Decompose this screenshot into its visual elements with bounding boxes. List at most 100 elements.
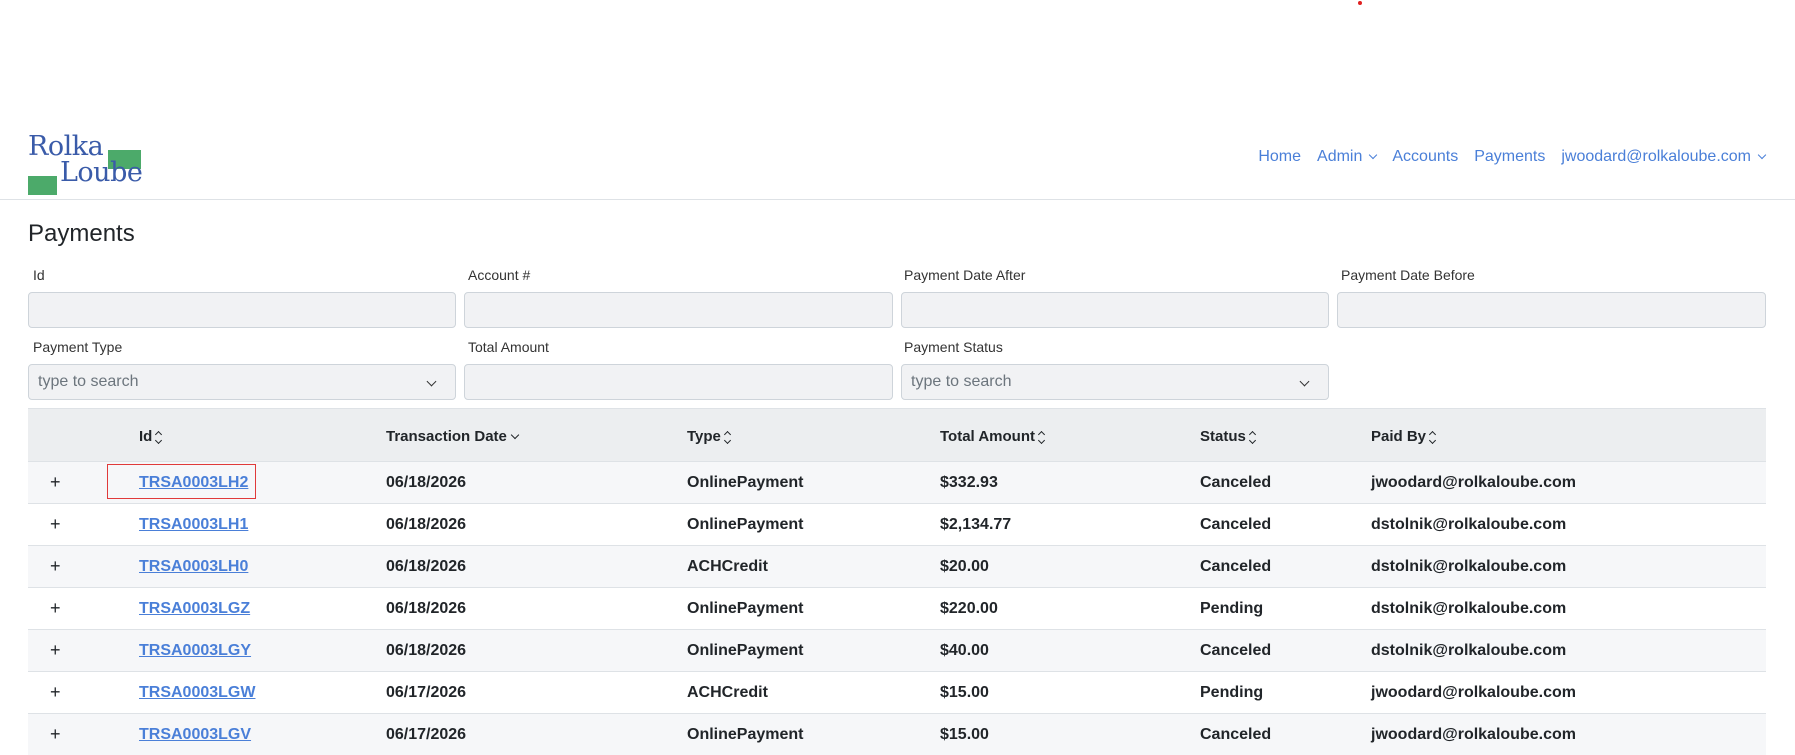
date-before-filter-label: Payment Date Before: [1341, 267, 1475, 283]
payment-id-link[interactable]: TRSA0003LGZ: [139, 600, 250, 617]
payment-id-link[interactable]: TRSA0003LH0: [139, 558, 248, 575]
payment-status-select[interactable]: type to search: [901, 364, 1329, 400]
logo-block-2: [28, 176, 57, 195]
date-before-filter-input[interactable]: [1337, 292, 1766, 328]
sort-icon: [155, 430, 164, 444]
column-header-id[interactable]: Id: [139, 428, 164, 445]
transaction-date-cell: 06/17/2026: [386, 684, 467, 701]
nav-accounts-link[interactable]: Accounts: [1392, 148, 1458, 166]
payment-id-link[interactable]: TRSA0003LH1: [139, 516, 248, 533]
user-menu-label: jwoodard@rolkaloube.com: [1561, 148, 1751, 165]
payment-type-placeholder: type to search: [38, 373, 139, 390]
payment-status-filter-label: Payment Status: [904, 339, 1003, 355]
amount-cell: $40.00: [940, 642, 989, 659]
column-header-id-label: Id: [139, 428, 153, 445]
expand-row-button[interactable]: +: [50, 682, 61, 703]
payment-id-link[interactable]: TRSA0003LGV: [139, 726, 251, 743]
user-menu-dropdown[interactable]: jwoodard@rolkaloube.com: [1561, 148, 1767, 166]
date-after-filter-label: Payment Date After: [904, 267, 1026, 283]
nav-payments-link[interactable]: Payments: [1474, 148, 1545, 166]
type-cell: OnlinePayment: [687, 516, 804, 533]
type-cell: OnlinePayment: [687, 600, 804, 617]
status-cell: Canceled: [1200, 726, 1272, 743]
expand-row-button[interactable]: +: [50, 724, 61, 745]
column-header-status-label: Status: [1200, 428, 1246, 445]
status-cell: Canceled: [1200, 474, 1272, 491]
payment-id-link[interactable]: TRSA0003LGY: [139, 642, 251, 659]
amount-cell: $20.00: [940, 558, 989, 575]
paid-by-cell: dstolnik@rolkaloube.com: [1371, 516, 1567, 533]
sort-icon: [1037, 430, 1047, 444]
table-row: + TRSA0003LGV 06/17/2026 OnlinePayment $…: [28, 714, 1766, 755]
type-cell: OnlinePayment: [687, 726, 804, 743]
expand-row-button[interactable]: +: [50, 556, 61, 577]
transaction-date-cell: 06/18/2026: [386, 642, 467, 659]
nav-admin-dropdown[interactable]: Admin: [1317, 148, 1378, 166]
nav-links: Home Admin Accounts Payments jwoodard@ro…: [1242, 148, 1767, 166]
payments-table: Id Transaction Date Type Total Amount St…: [28, 408, 1766, 755]
paid-by-cell: dstolnik@rolkaloube.com: [1371, 642, 1567, 659]
sort-icon: [723, 430, 733, 444]
status-cell: Pending: [1200, 684, 1264, 701]
table-header: Id Transaction Date Type Total Amount St…: [28, 408, 1766, 462]
chevron-down-icon: [426, 376, 437, 387]
column-header-transaction-date[interactable]: Transaction Date: [386, 428, 520, 445]
date-after-filter-input[interactable]: [901, 292, 1329, 328]
expand-row-button[interactable]: +: [50, 640, 61, 661]
transaction-date-cell: 06/18/2026: [386, 516, 467, 533]
chevron-down-icon: [1369, 150, 1378, 160]
paid-by-cell: jwoodard@rolkaloube.com: [1371, 684, 1576, 701]
transaction-date-cell: 06/18/2026: [386, 474, 467, 491]
page-title: Payments: [28, 220, 135, 247]
transaction-date-cell: 06/18/2026: [386, 600, 467, 617]
sort-desc-icon: [510, 430, 520, 439]
table-row: + TRSA0003LH1 06/18/2026 OnlinePayment $…: [28, 504, 1766, 546]
paid-by-cell: jwoodard@rolkaloube.com: [1371, 474, 1576, 491]
status-cell: Canceled: [1200, 558, 1272, 575]
payment-id-link[interactable]: TRSA0003LH2: [139, 474, 248, 491]
rolka-loube-logo[interactable]: Rolka Loube: [28, 132, 143, 195]
column-header-amount-label: Total Amount: [940, 428, 1035, 445]
table-row: + TRSA0003LH0 06/18/2026 ACHCredit $20.0…: [28, 546, 1766, 588]
sort-icon: [1248, 430, 1258, 444]
paid-by-cell: dstolnik@rolkaloube.com: [1371, 558, 1567, 575]
type-cell: OnlinePayment: [687, 474, 804, 491]
table-row: + TRSA0003LH2 06/18/2026 OnlinePayment $…: [28, 462, 1766, 504]
type-cell: ACHCredit: [687, 684, 768, 701]
column-header-date-label: Transaction Date: [386, 428, 507, 445]
column-header-type-label: Type: [687, 428, 721, 445]
id-filter-input[interactable]: [28, 292, 456, 328]
table-row: + TRSA0003LGW 06/17/2026 ACHCredit $15.0…: [28, 672, 1766, 714]
id-filter-label: Id: [33, 267, 45, 283]
column-header-status[interactable]: Status: [1200, 428, 1258, 445]
table-row: + TRSA0003LGY 06/18/2026 OnlinePayment $…: [28, 630, 1766, 672]
account-filter-input[interactable]: [464, 292, 893, 328]
column-header-paid-by-label: Paid By: [1371, 428, 1427, 445]
amount-cell: $15.00: [940, 684, 989, 701]
column-header-total-amount[interactable]: Total Amount: [940, 428, 1047, 445]
column-header-type[interactable]: Type: [687, 428, 733, 445]
amount-cell: $220.00: [940, 600, 998, 617]
payment-id-link[interactable]: TRSA0003LGW: [139, 684, 255, 701]
payment-type-filter-label: Payment Type: [33, 339, 123, 355]
column-header-paid-by[interactable]: Paid By: [1371, 428, 1438, 445]
payment-status-placeholder: type to search: [911, 373, 1012, 390]
table-body: + TRSA0003LH2 06/18/2026 OnlinePayment $…: [28, 462, 1766, 755]
transaction-date-cell: 06/17/2026: [386, 726, 467, 743]
top-navbar: Rolka Loube Home Admin Accounts Payments…: [0, 120, 1795, 200]
status-cell: Canceled: [1200, 516, 1272, 533]
type-cell: OnlinePayment: [687, 642, 804, 659]
expand-row-button[interactable]: +: [50, 514, 61, 535]
status-cell: Canceled: [1200, 642, 1272, 659]
chevron-down-icon: [1757, 150, 1767, 160]
account-filter-label: Account #: [468, 267, 531, 283]
payment-type-select[interactable]: type to search: [28, 364, 456, 400]
paid-by-cell: jwoodard@rolkaloube.com: [1371, 726, 1576, 743]
total-amount-filter-input[interactable]: [464, 364, 893, 400]
logo-line-2: Loube: [60, 157, 143, 188]
amount-cell: $15.00: [940, 726, 989, 743]
expand-row-button[interactable]: +: [50, 598, 61, 619]
expand-row-button[interactable]: +: [50, 472, 61, 493]
status-cell: Pending: [1200, 600, 1264, 617]
nav-home-link[interactable]: Home: [1258, 148, 1301, 166]
